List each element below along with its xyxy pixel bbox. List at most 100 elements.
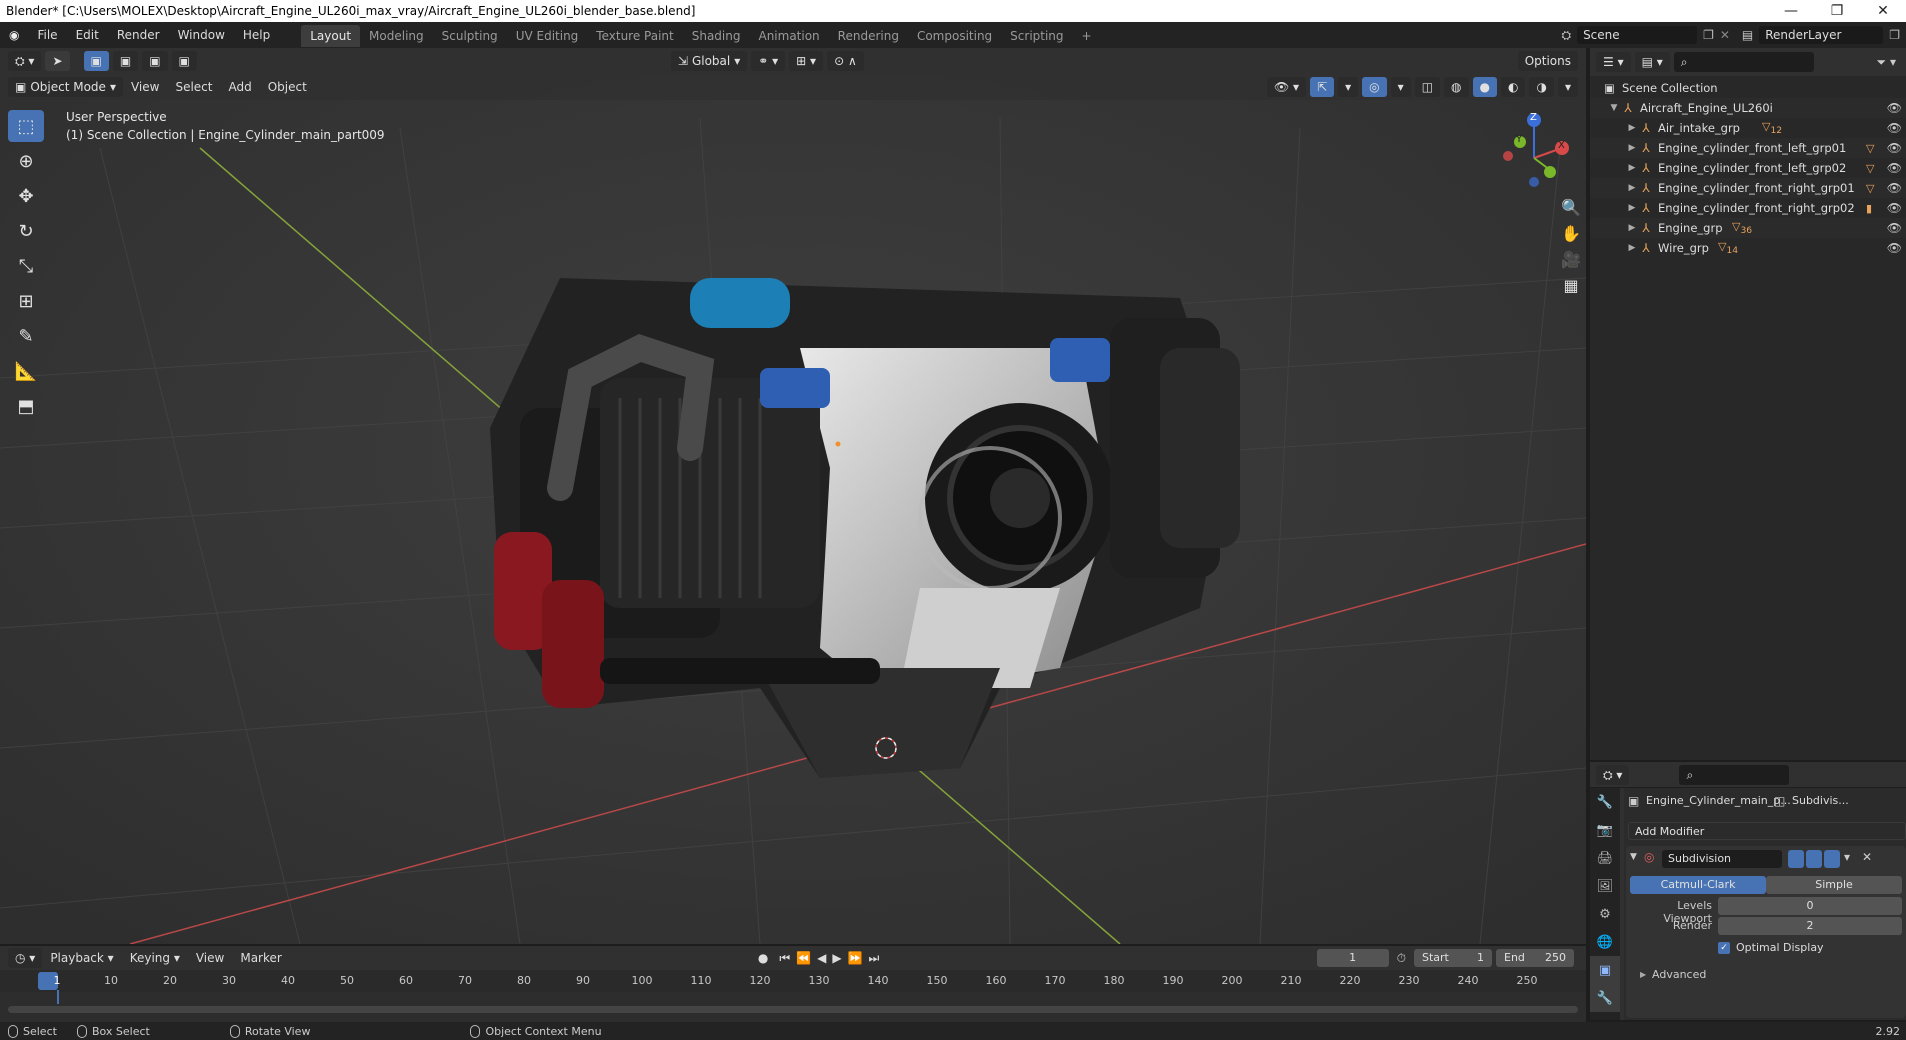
visibility-eye-icon[interactable]: 👁 — [1887, 181, 1902, 195]
expand-arrow-icon[interactable]: ▶ — [1626, 183, 1638, 193]
tab-compositing[interactable]: Compositing — [908, 25, 1001, 47]
timeline-ruler[interactable]: 1 10 20 30 40 50 60 70 80 90 100 110 120… — [0, 970, 1586, 1004]
menu-window[interactable]: Window — [169, 22, 234, 48]
advanced-arrow-icon[interactable]: ▶ — [1640, 970, 1646, 979]
xray-icon[interactable]: ◫ — [1414, 77, 1441, 97]
scene-icon[interactable]: ⛭ — [1561, 28, 1571, 43]
modifier-tab-icon[interactable]: 🔧 — [1590, 984, 1620, 1012]
viewport-menu-select[interactable]: Select — [167, 80, 220, 94]
pan-hand-icon[interactable]: ✋ — [1558, 220, 1584, 246]
expand-arrow-icon[interactable]: ▶ — [1626, 123, 1638, 133]
select-extend-icon[interactable]: ▣ — [112, 51, 139, 71]
remove-modifier-icon[interactable]: ✕ — [1862, 850, 1872, 864]
close-icon[interactable]: ✕ — [1860, 3, 1906, 19]
modifier-name-input[interactable]: Subdivision — [1662, 850, 1782, 868]
restore-icon[interactable]: ❐ — [1814, 3, 1860, 19]
expand-arrow-icon[interactable]: ▶ — [1626, 203, 1638, 213]
outliner-item[interactable]: ▶ ⅄ Engine_cylinder_front_right_grp01 ▽ … — [1590, 178, 1906, 198]
tab-rendering[interactable]: Rendering — [829, 25, 908, 47]
gizmo-toggle-icon[interactable]: ⇱ — [1310, 77, 1335, 97]
timeline-scrollbar[interactable] — [8, 1006, 1578, 1013]
properties-search-input[interactable]: ⌕ — [1679, 764, 1790, 785]
properties-editor-type-icon[interactable]: ⛭ ▾ — [1596, 764, 1630, 785]
tab-layout[interactable]: Layout — [301, 25, 361, 47]
outliner-item[interactable]: ▶ ⅄ Air_intake_grp ▽12 👁 — [1590, 118, 1906, 138]
mode-dropdown[interactable]: ▣ Object Mode ▾ — [8, 77, 123, 97]
blender-logo-icon[interactable]: ◉ — [0, 22, 28, 48]
outliner-item[interactable]: ▶ ⅄ Wire_grp ▽14 👁 — [1590, 238, 1906, 258]
cursor-tool-icon[interactable]: ⊕ — [8, 145, 44, 177]
object-tab-icon[interactable]: ▣ — [1590, 956, 1620, 984]
visibility-eye-icon[interactable]: 👁 — [1887, 141, 1902, 155]
timeline-menu-playback[interactable]: Playback ▾ — [42, 951, 121, 965]
3d-viewport[interactable]: Z X Y ⛭ ▾ ➤ ▣ ▣ ▣ ▣ ⇲ Global ▾ ⚭ ▾ ⊞ ▾ ⊙… — [0, 48, 1586, 944]
record-icon[interactable]: ● — [758, 951, 768, 965]
display-mode-icon[interactable]: ▤ ▾ — [1634, 52, 1670, 72]
wireframe-shading-icon[interactable]: ◍ — [1444, 77, 1469, 97]
outliner-item[interactable]: ▶ ⅄ Engine_grp ▽36 👁 — [1590, 218, 1906, 238]
annotate-tool-icon[interactable]: ✎ — [8, 320, 44, 352]
menu-file[interactable]: File — [28, 22, 66, 48]
levels-viewport-input[interactable]: 0 — [1718, 897, 1902, 915]
timeline-menu-keying[interactable]: Keying ▾ — [122, 951, 188, 965]
collapse-arrow-icon[interactable]: ▼ — [1630, 852, 1637, 862]
minimize-icon[interactable]: — — [1768, 3, 1814, 19]
zoom-icon[interactable]: 🔍 — [1558, 194, 1584, 220]
collapse-arrow-icon[interactable]: ▼ — [1608, 103, 1620, 113]
expand-arrow-icon[interactable]: ▶ — [1626, 163, 1638, 173]
menu-render[interactable]: Render — [108, 22, 169, 48]
scale-tool-icon[interactable]: ⤡ — [8, 250, 44, 282]
jump-key-forward-icon[interactable]: ⏩ — [848, 951, 863, 965]
select-subtract-icon[interactable]: ▣ — [142, 51, 168, 71]
select-intersect-icon[interactable]: ▣ — [171, 51, 197, 71]
rendered-shading-icon[interactable]: ◑ — [1529, 77, 1554, 97]
menu-help[interactable]: Help — [234, 22, 279, 48]
add-modifier-dropdown[interactable]: Add Modifier — [1628, 822, 1906, 840]
jump-key-back-icon[interactable]: ⏪ — [796, 951, 811, 965]
add-workspace-icon[interactable]: + — [1073, 25, 1101, 47]
viewport-menu-add[interactable]: Add — [220, 80, 259, 94]
filter-icon[interactable]: ⏷ ▾ — [1877, 55, 1896, 70]
play-icon[interactable]: ▶ — [832, 951, 841, 965]
outliner-item[interactable]: ▶ ⅄ Engine_cylinder_front_left_grp02 ▽ 👁 — [1590, 158, 1906, 178]
visibility-eye-icon[interactable]: 👁 — [1887, 161, 1902, 175]
outliner-item[interactable]: ▶ ⅄ Engine_cylinder_front_left_grp01 ▽ 👁 — [1590, 138, 1906, 158]
advanced-section[interactable]: Advanced — [1652, 968, 1706, 981]
visibility-eye-icon[interactable]: 👁 — [1887, 201, 1902, 215]
tool-tab-icon[interactable]: 🔧 — [1590, 788, 1620, 816]
solid-shading-icon[interactable]: ● — [1472, 77, 1497, 97]
outliner-item[interactable]: ▶ ⅄ Engine_cylinder_front_right_grp02 ▮ … — [1590, 198, 1906, 218]
viewport-menu-object[interactable]: Object — [260, 80, 315, 94]
simple-button[interactable]: Simple — [1766, 876, 1902, 894]
pivot-icon[interactable]: ⚭ ▾ — [751, 51, 786, 71]
scene-selector[interactable]: Scene — [1577, 26, 1698, 44]
expand-arrow-icon[interactable]: ▶ — [1626, 143, 1638, 153]
world-tab-icon[interactable]: 🌐 — [1590, 928, 1620, 956]
end-frame-input[interactable]: End 250 — [1496, 949, 1574, 967]
editmode-toggle-icon[interactable] — [1788, 850, 1804, 868]
optimal-display-checkbox[interactable]: ✓ — [1718, 942, 1730, 954]
timeline-menu-marker[interactable]: Marker — [232, 951, 289, 965]
scene-tab-icon[interactable]: ⚙ — [1590, 900, 1620, 928]
render-layer-selector[interactable]: RenderLayer — [1759, 26, 1884, 44]
expand-arrow-icon[interactable]: ▶ — [1626, 223, 1638, 233]
render-levels-input[interactable]: 2 — [1718, 917, 1902, 935]
proportional-edit-icon[interactable]: ⊙ ∧ — [827, 51, 864, 71]
tab-animation[interactable]: Animation — [749, 25, 828, 47]
render-tab-icon[interactable]: 📷 — [1590, 816, 1620, 844]
tab-texture-paint[interactable]: Texture Paint — [587, 25, 682, 47]
visibility-eye-icon[interactable]: 👁 — [1887, 241, 1902, 255]
rotate-tool-icon[interactable]: ↻ — [8, 215, 44, 247]
camera-view-icon[interactable]: 🎥 — [1558, 246, 1584, 272]
add-cube-tool-icon[interactable]: ⬒ — [8, 390, 44, 422]
material-shading-icon[interactable]: ◐ — [1501, 77, 1526, 97]
current-frame-input[interactable]: 1 — [1316, 949, 1389, 967]
render-toggle-icon[interactable] — [1824, 850, 1840, 868]
stopwatch-icon[interactable]: ⏱ — [1397, 951, 1406, 966]
timeline-editor-type-icon[interactable]: ◷ ▾ — [8, 948, 43, 968]
timeline-menu-view[interactable]: View — [188, 951, 232, 965]
output-tab-icon[interactable]: 🖨 — [1590, 844, 1620, 872]
select-box-icon[interactable]: ▣ — [83, 51, 109, 71]
expand-arrow-icon[interactable]: ▶ — [1626, 243, 1638, 253]
play-reverse-icon[interactable]: ◀ — [817, 951, 826, 965]
